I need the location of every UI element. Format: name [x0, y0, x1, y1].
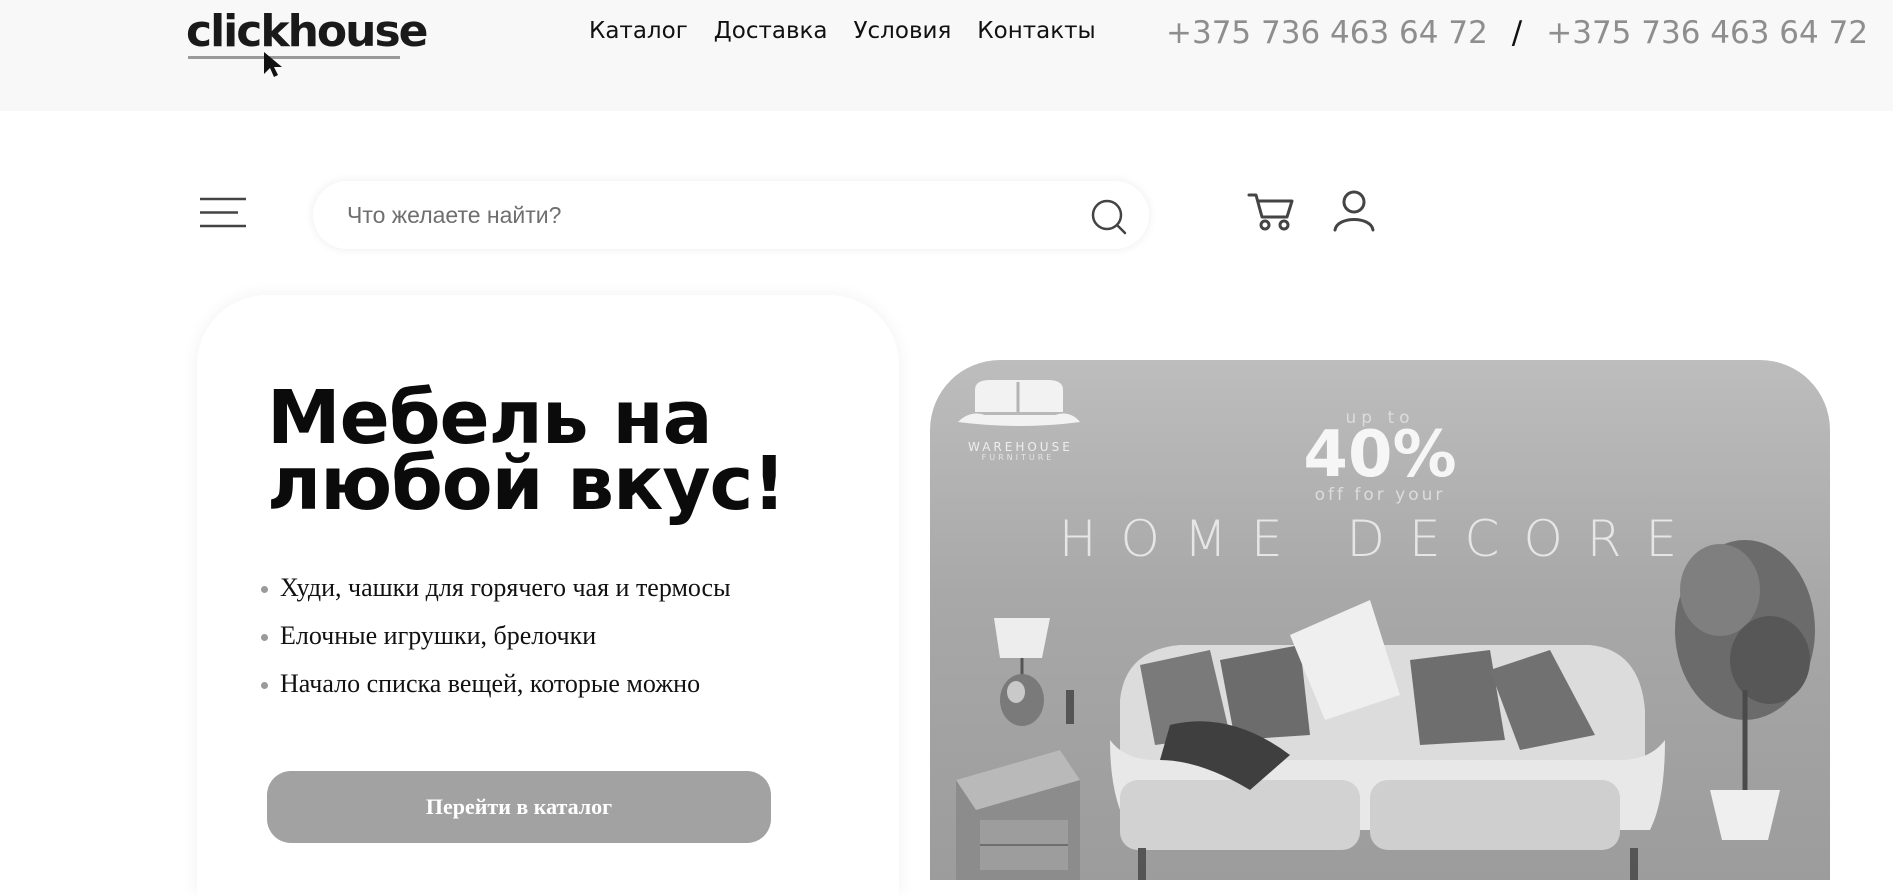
go-to-catalog-button[interactable]: Перейти в каталог [267, 771, 771, 843]
nav-contacts[interactable]: Контакты [977, 18, 1095, 44]
hero-feature-list: Худи, чашки для горячего чая и термосы Е… [252, 573, 731, 717]
banner-discount: 40% [1303, 418, 1457, 492]
top-bar: clickhouse Каталог Доставка Условия Конт… [0, 0, 1893, 111]
phone-2[interactable]: +375 736 463 64 72 [1546, 15, 1868, 51]
user-icon[interactable] [1332, 190, 1376, 232]
plant-illustration [1675, 540, 1815, 840]
hero-card: Мебель на любой вкус! Худи, чашки для го… [197, 295, 899, 895]
nightstand-illustration [956, 750, 1080, 880]
menu-button[interactable] [200, 197, 246, 228]
list-item: Елочные игрушки, брелочки [252, 621, 731, 669]
nav-catalog[interactable]: Каталог [589, 18, 688, 44]
phone-separator: / [1511, 15, 1523, 51]
phone-numbers: +375 736 463 64 72 / +375 736 463 64 72 [1166, 15, 1868, 51]
nav-delivery[interactable]: Доставка [714, 18, 828, 44]
sofa-illustration [1110, 600, 1665, 880]
search-bar [313, 181, 1149, 249]
search-input[interactable] [347, 195, 1067, 235]
search-icon[interactable] [1090, 198, 1128, 236]
banner-headline: HOME DECORE [1058, 510, 1702, 568]
promo-banner[interactable]: WAREHOUSE FURNITURE up to 40% off for yo… [930, 360, 1830, 880]
hamburger-icon [200, 197, 246, 228]
nav-terms[interactable]: Условия [854, 18, 952, 44]
banner-off-for: off for your [1314, 485, 1446, 505]
logo[interactable]: clickhouse [186, 6, 428, 78]
list-item: Худи, чашки для горячего чая и термосы [252, 573, 731, 621]
logo-text: clickhouse [186, 6, 428, 57]
phone-1[interactable]: +375 736 463 64 72 [1166, 15, 1488, 51]
cart-icon[interactable] [1247, 191, 1295, 231]
logo-underline [188, 56, 400, 59]
main-nav: Каталог Доставка Условия Контакты [589, 18, 1096, 44]
cursor-icon [264, 52, 282, 77]
hero-title: Мебель на любой вкус! [267, 381, 867, 521]
hero-title-line-2: любой вкус! [267, 441, 786, 527]
list-item: Начало списка вещей, которые можно [252, 669, 731, 717]
lamp-illustration [994, 618, 1074, 726]
